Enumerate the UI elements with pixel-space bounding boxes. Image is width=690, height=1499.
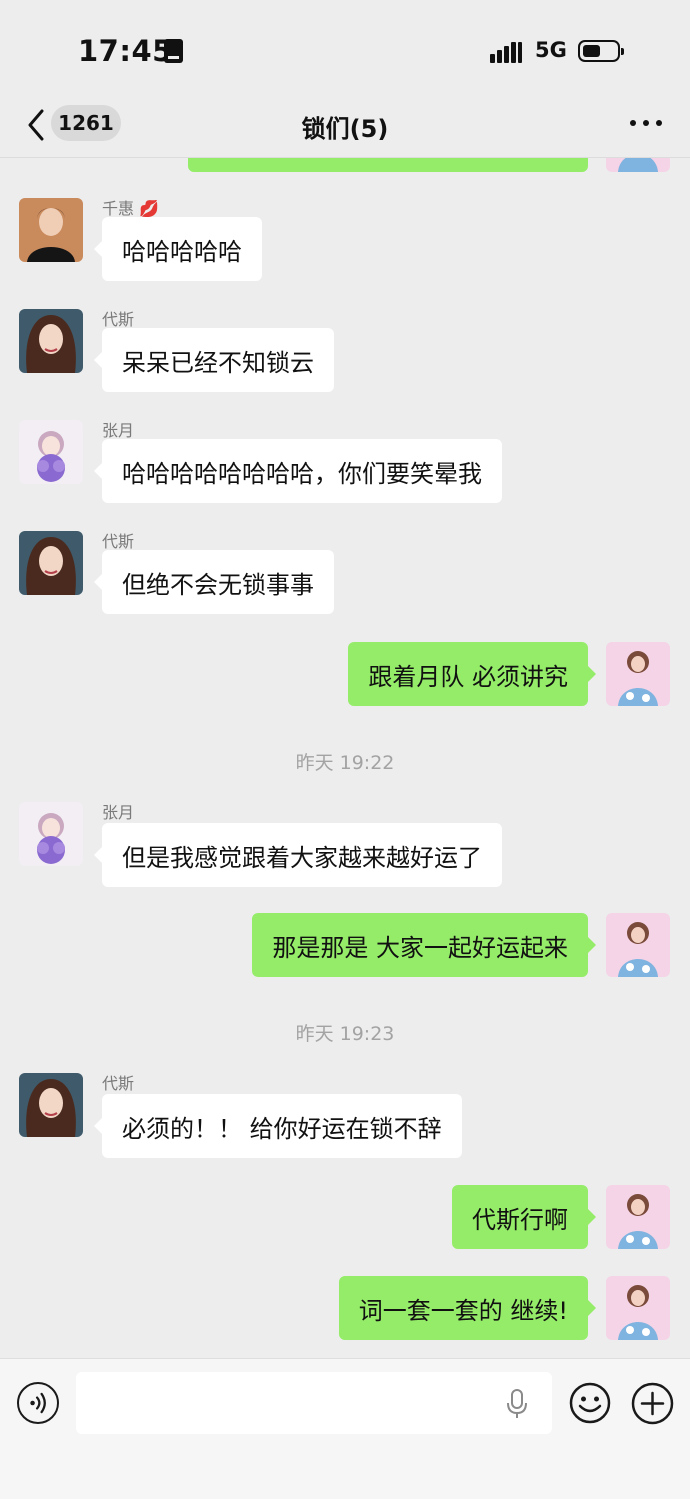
message-out: 代斯行啊 (0, 1185, 690, 1251)
focus-mode-icon (164, 39, 183, 63)
message-bubble[interactable]: 那是那是 大家一起好运起来 (252, 913, 596, 977)
sender-name: 千惠 💋 (102, 199, 160, 218)
message-in: 张月 但是我感觉跟着大家越来越好运了 (0, 799, 690, 889)
mic-icon[interactable] (506, 1389, 528, 1419)
voice-input-icon[interactable] (17, 1382, 59, 1424)
message-out: 跟着月队 必须讲究 (0, 642, 690, 708)
input-bar (0, 1358, 690, 1499)
avatar-zhangyue[interactable] (19, 802, 83, 866)
avatar-me[interactable] (606, 158, 670, 172)
message-bubble[interactable]: 代斯行啊 (452, 1185, 596, 1249)
status-bar: 17:45 5G (0, 0, 690, 100)
battery-icon (578, 40, 624, 62)
avatar-daisi[interactable] (19, 1073, 83, 1137)
message-in: 千惠 💋 哈哈哈哈哈 (0, 195, 690, 285)
status-time: 17:45 (78, 34, 173, 68)
message-out: 词一套一套的 继续! (0, 1276, 690, 1342)
message-list[interactable]: 千惠 💋 哈哈哈哈哈 代斯 呆呆已经不知锁云 张月 哈哈哈哈哈哈哈哈，你们要笑晕… (0, 158, 690, 1358)
timestamp: 昨天 19:23 (295, 1023, 395, 1045)
message-bubble[interactable]: 哈哈哈哈哈哈哈哈，你们要笑晕我 (94, 439, 502, 503)
sender-name: 张月 (102, 421, 135, 440)
message-input[interactable] (76, 1372, 552, 1434)
message-bubble[interactable]: 必须的！！ 给你好运在锁不辞 (94, 1094, 462, 1158)
plus-icon[interactable] (631, 1382, 674, 1425)
sender-name: 代斯 (102, 1074, 135, 1093)
message-bubble[interactable]: 哈哈哈哈哈 (94, 217, 262, 281)
avatar-daisi[interactable] (19, 309, 83, 373)
message-partial (0, 158, 690, 172)
network-type: 5G (535, 38, 567, 62)
avatar-daisi[interactable] (19, 531, 83, 595)
message-in: 张月 哈哈哈哈哈哈哈哈，你们要笑晕我 (0, 417, 690, 507)
message-bubble[interactable]: 跟着月队 必须讲究 (348, 642, 596, 706)
message-in: 代斯 必须的！！ 给你好运在锁不辞 (0, 1070, 690, 1160)
avatar-me[interactable] (606, 1185, 670, 1249)
more-icon[interactable] (630, 120, 662, 128)
message-bubble[interactable]: 但是我感觉跟着大家越来越好运了 (94, 823, 502, 887)
avatar-me[interactable] (606, 1276, 670, 1340)
message-in: 代斯 但绝不会无锁事事 (0, 528, 690, 618)
message-bubble[interactable]: 词一套一套的 继续! (338, 1276, 597, 1340)
signal-icon (490, 41, 524, 63)
message-bubble[interactable]: 但绝不会无锁事事 (94, 550, 334, 614)
sender-name: 张月 (102, 803, 135, 822)
avatar-me[interactable] (606, 642, 670, 706)
page-title: 锁们(5) (301, 115, 389, 143)
avatar-qianhui[interactable] (19, 198, 83, 262)
chat-header: 1261 锁们(5) (0, 95, 690, 157)
message-out: 那是那是 大家一起好运起来 (0, 913, 690, 979)
sender-name: 代斯 (102, 310, 135, 329)
avatar-zhangyue[interactable] (19, 420, 83, 484)
message-in: 代斯 呆呆已经不知锁云 (0, 306, 690, 396)
message-bubble[interactable]: 呆呆已经不知锁云 (94, 328, 334, 392)
timestamp: 昨天 19:22 (295, 752, 395, 774)
avatar-me[interactable] (606, 913, 670, 977)
emoji-icon[interactable] (569, 1382, 611, 1424)
message-bubble-partial[interactable] (188, 158, 588, 172)
sender-name: 代斯 (102, 532, 135, 551)
